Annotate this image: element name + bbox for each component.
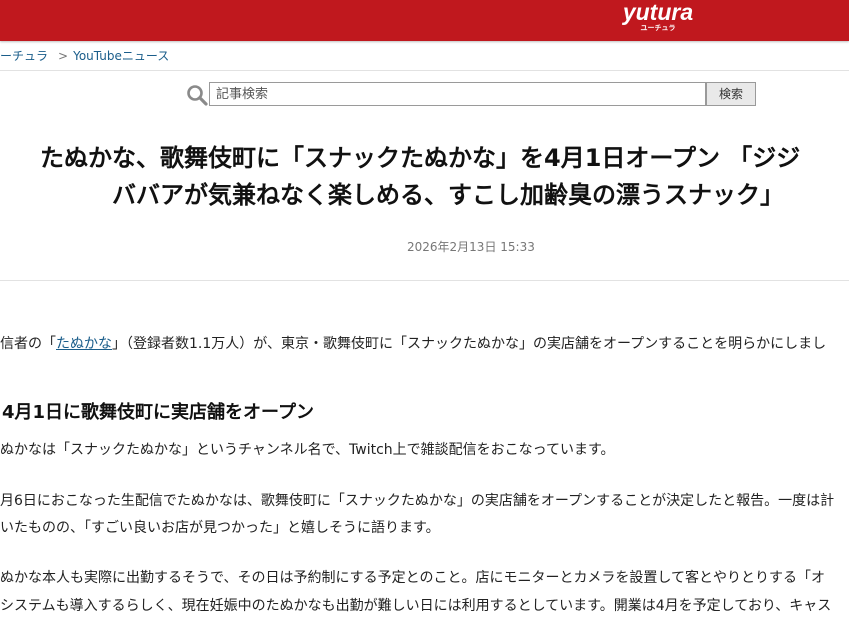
article-title-line1: たぬかな、歌舞伎町に「スナックたぬかな」を4月1日オープン 「ジジ (40, 144, 801, 172)
breadcrumb-item-home[interactable]: ユーチュラ (0, 49, 48, 63)
site-header: yutura ユーチュラ (0, 0, 849, 41)
article-intro: 信者の「たぬかな」（登録者数1.1万人）が、東京・歌舞伎町に「スナックたぬかな」… (0, 333, 826, 353)
intro-prefix: 信者の「 (0, 336, 56, 352)
paragraph: いたものの、「すごい良いお店が見つかった」と嬉しそうに語ります。 (0, 520, 440, 536)
intro-suffix: 」（登録者数1.1万人）が、東京・歌舞伎町に「スナックたぬかな」の実店舗をオープ… (112, 336, 827, 352)
channel-link[interactable]: たぬかな (56, 336, 112, 352)
paragraph: 月6日におこなった生配信でたぬかなは、歌舞伎町に「スナックたぬかな」の実店舗をオ… (0, 493, 835, 509)
article-title-line2: ババアが気兼ねなく楽しめる、すこし加齢臭の漂うスナック」 (112, 181, 784, 209)
divider (0, 280, 849, 281)
breadcrumb-separator: > (58, 49, 69, 63)
paragraph: システムも導入するらしく、現在妊娠中のたぬかなも出勤が難しい日には利用するとして… (0, 598, 832, 614)
paragraph: ぬかなは「スナックたぬかな」というチャンネル名で、Twitch上で雑談配信をおこ… (0, 442, 615, 458)
yutura-logo[interactable]: yutura ユーチュラ (612, 0, 704, 32)
article-date: 2026年2月13日 15:33 (407, 240, 535, 254)
breadcrumb-item-youtube-news[interactable]: YouTubeニュース (73, 49, 169, 63)
breadcrumb: ユーチュラ > YouTubeニュース (0, 47, 169, 63)
section-heading: 4月1日に歌舞伎町に実店舗をオープン (2, 402, 314, 423)
logo-text: yutura (622, 0, 694, 25)
search-input[interactable] (209, 82, 706, 106)
paragraph: ぬかな本人も実際に出勤するそうで、その日は予約制にする予定とのこと。店にモニター… (0, 570, 826, 586)
divider (0, 70, 849, 71)
logo-subtext: ユーチュラ (641, 24, 676, 32)
search-icon (187, 85, 208, 106)
search-button[interactable]: 検索 (706, 82, 756, 106)
